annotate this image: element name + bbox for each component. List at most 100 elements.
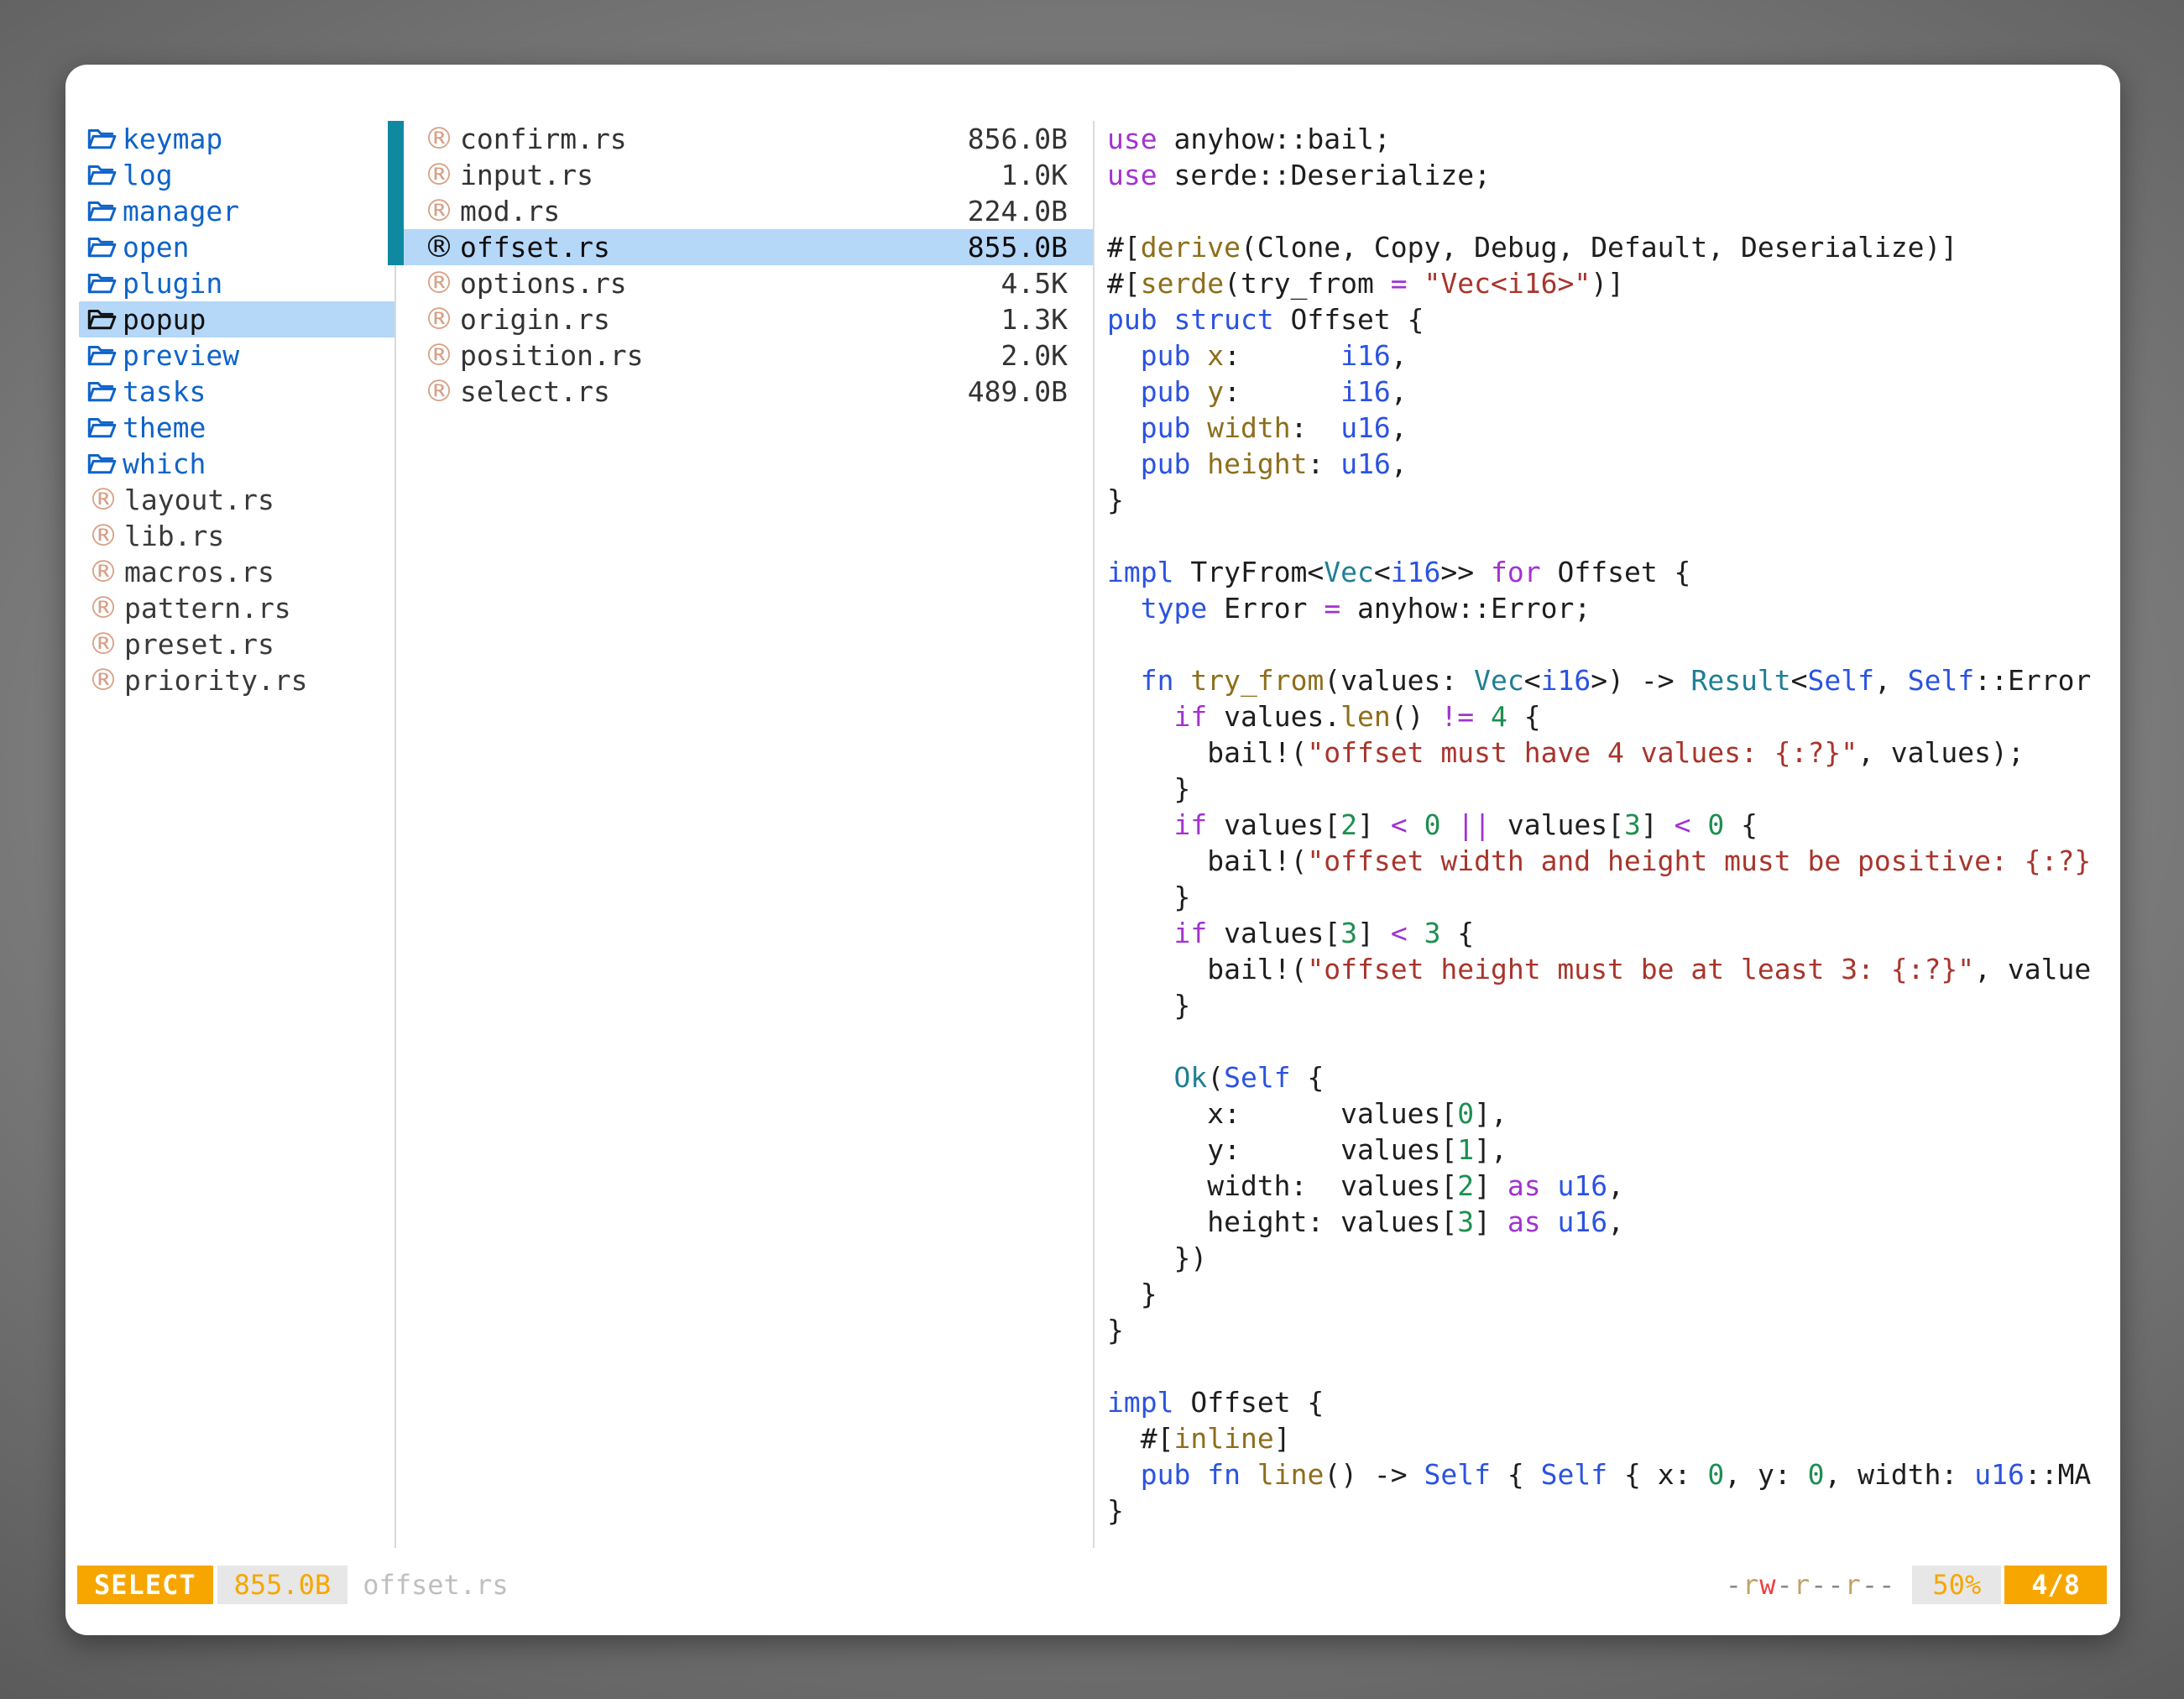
file-size: 224.0B xyxy=(968,193,1068,229)
rust-file-icon: ® xyxy=(422,301,456,337)
sidebar-item-which[interactable]: which xyxy=(79,446,395,482)
open-folder-icon xyxy=(86,416,117,441)
file-size: 856.0B xyxy=(968,121,1068,157)
sidebar-item-preset.rs[interactable]: ®preset.rs xyxy=(79,626,395,662)
code-line: pub struct Offset { xyxy=(1107,301,2117,337)
sidebar-item-preview[interactable]: preview xyxy=(79,337,395,374)
sidebar-item-label: lib.rs xyxy=(124,518,224,554)
sidebar-item-manager[interactable]: manager xyxy=(79,193,395,229)
rust-file-icon: ® xyxy=(422,265,456,301)
sidebar-item-label: which xyxy=(123,446,206,482)
sidebar-item-label: popup xyxy=(123,301,206,337)
open-folder-icon xyxy=(86,127,117,152)
code-line: }) xyxy=(1107,1240,2117,1276)
code-line: if values.len() != 4 { xyxy=(1107,698,2117,734)
sidebar-item-log[interactable]: log xyxy=(79,157,395,193)
file-row-input.rs[interactable]: ®input.rs1.0K xyxy=(396,157,1093,193)
file-name: position.rs xyxy=(460,337,644,374)
rust-file-icon: ® xyxy=(422,193,456,229)
open-folder-icon xyxy=(86,452,117,477)
code-line: pub width: u16, xyxy=(1107,410,2117,446)
code-line: bail!("offset must have 4 values: {:?}",… xyxy=(1107,734,2117,771)
sidebar-item-layout.rs[interactable]: ®layout.rs xyxy=(79,482,395,518)
rust-file-icon: ® xyxy=(86,518,120,554)
sidebar-item-label: preset.rs xyxy=(124,626,274,662)
sidebar-item-lib.rs[interactable]: ®lib.rs xyxy=(79,518,395,554)
cursor-position-badge: 4/8 xyxy=(2004,1566,2107,1604)
code-line: use anyhow::bail; xyxy=(1107,121,2117,157)
code-line xyxy=(1107,626,2117,662)
file-name: offset.rs xyxy=(460,229,610,265)
file-name: mod.rs xyxy=(460,193,560,229)
rust-file-icon: ® xyxy=(86,662,120,698)
code-line xyxy=(1107,193,2117,229)
sidebar-item-plugin[interactable]: plugin xyxy=(79,265,395,301)
open-folder-icon xyxy=(86,343,117,369)
sidebar-item-label: priority.rs xyxy=(124,662,308,698)
sidebar-item-popup[interactable]: popup xyxy=(79,301,395,337)
code-line: x: values[0], xyxy=(1107,1095,2117,1132)
sidebar-item-label: preview xyxy=(123,337,239,374)
mode-badge: SELECT xyxy=(77,1566,213,1604)
code-line: } xyxy=(1107,987,2117,1023)
sidebar-item-macros.rs[interactable]: ®macros.rs xyxy=(79,554,395,590)
sidebar-item-label: layout.rs xyxy=(124,482,274,518)
sidebar-item-keymap[interactable]: keymap xyxy=(79,121,395,157)
rust-file-icon: ® xyxy=(86,590,120,626)
rust-file-icon: ® xyxy=(422,121,456,157)
file-preview-pane: use anyhow::bail;use serde::Deserialize;… xyxy=(1107,121,2117,1548)
code-line: if values[2] < 0 || values[3] < 0 { xyxy=(1107,807,2117,843)
sidebar-item-open[interactable]: open xyxy=(79,229,395,265)
open-folder-icon xyxy=(86,235,117,260)
status-right-group: -rw-r--r-- 50% 4/8 xyxy=(1726,1566,2107,1604)
permissions-text: -rw-r--r-- xyxy=(1726,1569,1896,1601)
file-row-options.rs[interactable]: ®options.rs4.5K xyxy=(396,265,1093,301)
code-line: pub height: u16, xyxy=(1107,446,2117,482)
file-row-origin.rs[interactable]: ®origin.rs1.3K xyxy=(396,301,1093,337)
file-size: 489.0B xyxy=(968,374,1068,410)
code-line: pub fn line() -> Self { Self { x: 0, y: … xyxy=(1107,1456,2117,1493)
file-name: select.rs xyxy=(460,374,610,410)
file-row-position.rs[interactable]: ®position.rs2.0K xyxy=(396,337,1093,374)
code-line: } xyxy=(1107,1312,2117,1348)
sidebar-item-label: keymap xyxy=(123,121,222,157)
sidebar-item-tasks[interactable]: tasks xyxy=(79,374,395,410)
file-name: confirm.rs xyxy=(460,121,627,157)
code-line: Ok(Self { xyxy=(1107,1059,2117,1095)
code-line: } xyxy=(1107,1276,2117,1312)
code-line: type Error = anyhow::Error; xyxy=(1107,590,2117,626)
code-line: } xyxy=(1107,771,2117,807)
file-list-scrollbar[interactable] xyxy=(388,121,404,265)
rust-file-icon: ® xyxy=(86,626,120,662)
current-directory-pane: ®confirm.rs856.0B®input.rs1.0K®mod.rs224… xyxy=(396,121,1093,410)
rust-file-icon: ® xyxy=(86,554,120,590)
code-line: impl TryFrom<Vec<i16>> for Offset { xyxy=(1107,554,2117,590)
code-line: pub y: i16, xyxy=(1107,374,2117,410)
rust-file-icon: ® xyxy=(86,482,120,518)
sidebar-item-priority.rs[interactable]: ®priority.rs xyxy=(79,662,395,698)
file-name: options.rs xyxy=(460,265,627,301)
sidebar-item-theme[interactable]: theme xyxy=(79,410,395,446)
sidebar-item-label: macros.rs xyxy=(124,554,274,590)
file-row-offset.rs[interactable]: ®offset.rs855.0B xyxy=(396,229,1093,265)
code-line: width: values[2] as u16, xyxy=(1107,1168,2117,1204)
code-line: if values[3] < 3 { xyxy=(1107,915,2117,951)
code-line: } xyxy=(1107,1493,2117,1529)
file-row-confirm.rs[interactable]: ®confirm.rs 856.0B xyxy=(396,121,1093,157)
sidebar-item-pattern.rs[interactable]: ®pattern.rs xyxy=(79,590,395,626)
code-line: height: values[3] as u16, xyxy=(1107,1204,2117,1240)
code-line: bail!("offset width and height must be p… xyxy=(1107,843,2117,879)
file-row-mod.rs[interactable]: ®mod.rs 224.0B xyxy=(396,193,1093,229)
code-line xyxy=(1107,518,2117,554)
code-line: use serde::Deserialize; xyxy=(1107,157,2117,193)
code-line xyxy=(1107,1023,2117,1059)
code-line: pub x: i16, xyxy=(1107,337,2117,374)
rust-file-icon: ® xyxy=(422,337,456,374)
open-folder-icon xyxy=(86,271,117,296)
code-line: impl Offset { xyxy=(1107,1384,2117,1420)
code-line: #[inline] xyxy=(1107,1420,2117,1456)
code-line: fn try_from(values: Vec<i16>) -> Result<… xyxy=(1107,662,2117,698)
file-row-select.rs[interactable]: ®select.rs 489.0B xyxy=(396,374,1093,410)
rust-file-icon: ® xyxy=(422,374,456,410)
code-line: y: values[1], xyxy=(1107,1132,2117,1168)
